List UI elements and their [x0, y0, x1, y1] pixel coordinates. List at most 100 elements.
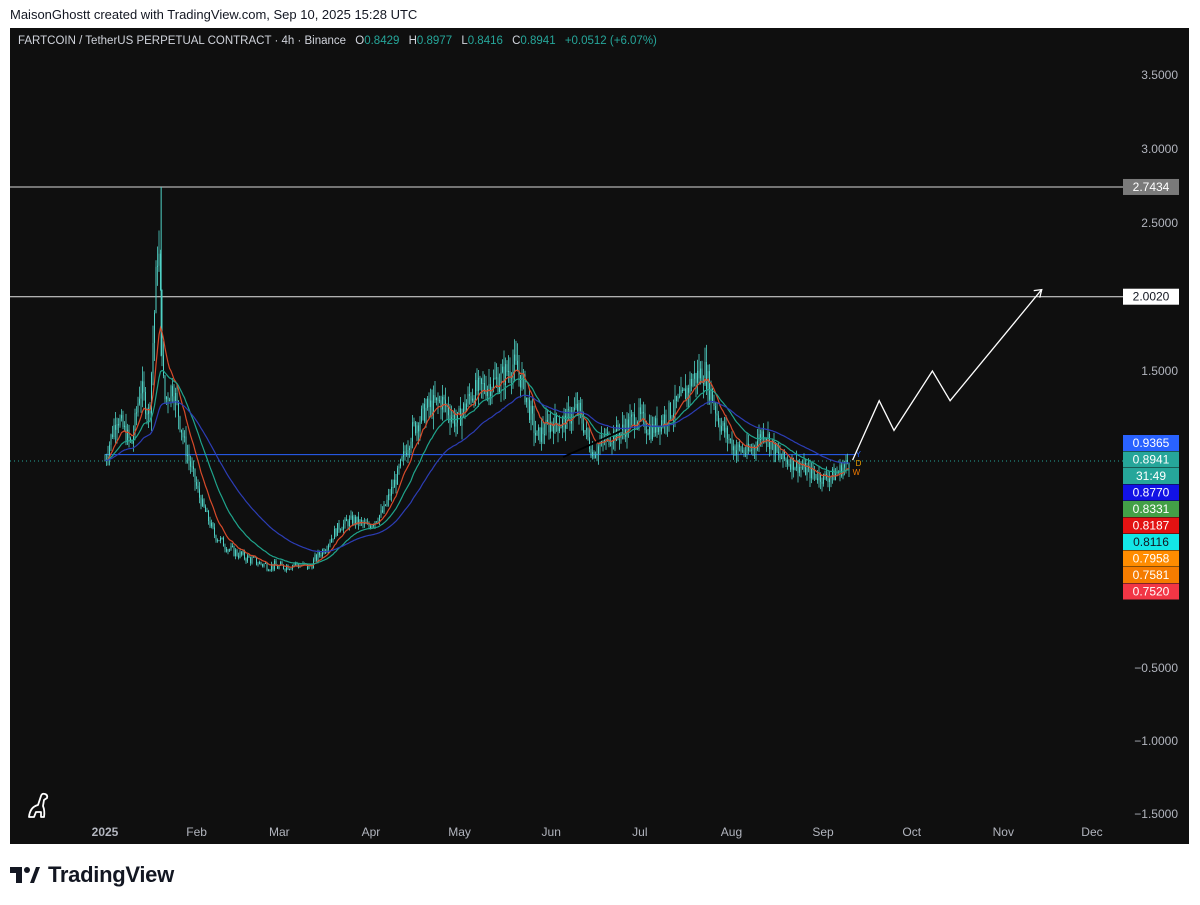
- candle-body: [158, 253, 160, 266]
- candle-body: [815, 474, 817, 479]
- candle-body: [203, 499, 205, 507]
- candle-body: [731, 439, 733, 451]
- candle-body: [251, 557, 253, 564]
- price-chart[interactable]: 3.5000 3.0000 2.5000 1.5000 −0.5000 −1.0000 −1…: [10, 28, 1189, 844]
- candle-body: [266, 562, 268, 571]
- price-tag: 0.8187: [1123, 517, 1179, 534]
- candle-body: [145, 391, 146, 414]
- candle-body: [164, 375, 166, 400]
- x-tick-label: Jul: [632, 825, 647, 839]
- candle-body: [542, 427, 544, 435]
- candle-body: [241, 551, 242, 555]
- candle-body: [346, 518, 347, 522]
- candle-body: [677, 396, 679, 402]
- candle-body: [125, 425, 127, 443]
- x-tick-label: Mar: [269, 825, 290, 839]
- candle-body: [320, 555, 322, 557]
- y-tick-label: 1.5000: [1141, 364, 1178, 378]
- price-tag-text: 0.8941: [1133, 453, 1170, 467]
- tradingview-logo[interactable]: TradingView: [10, 862, 174, 888]
- candle-body: [431, 400, 433, 415]
- candle-body: [337, 523, 338, 536]
- candle-body: [200, 497, 202, 506]
- candle-body: [316, 554, 317, 561]
- candle-body: [245, 558, 247, 562]
- candle-body: [412, 422, 413, 442]
- candle-body: [641, 411, 643, 414]
- candle-body: [124, 425, 125, 428]
- candle-body: [335, 528, 337, 536]
- candle-body: [182, 432, 184, 438]
- candle-body: [674, 396, 676, 414]
- candle-body: [440, 400, 442, 410]
- candle-body: [470, 396, 472, 401]
- candle-body: [580, 402, 581, 411]
- candle-body: [116, 424, 118, 430]
- candle-body: [743, 450, 745, 454]
- candle-body: [697, 370, 698, 383]
- candle-body: [787, 460, 788, 465]
- x-tick-label: Nov: [993, 825, 1014, 839]
- candle-body: [416, 425, 418, 434]
- candle-body: [532, 405, 533, 414]
- candle-body: [319, 551, 320, 556]
- candle-body: [379, 515, 380, 522]
- y-tick-label: −0.5000: [1134, 661, 1178, 675]
- x-tick-label: Apr: [362, 825, 381, 839]
- candle-body: [334, 528, 335, 540]
- candle-body: [146, 413, 148, 415]
- candle-body: [235, 550, 236, 557]
- candle-body: [683, 388, 685, 391]
- candle-body: [196, 481, 197, 486]
- candle-body: [376, 521, 377, 523]
- candle-body: [494, 377, 496, 379]
- candle-body: [515, 354, 517, 361]
- candle-body: [595, 455, 596, 458]
- x-tick-label: Dec: [1081, 825, 1102, 839]
- candle-body: [766, 438, 767, 441]
- candle-body: [586, 428, 587, 431]
- candle-body: [352, 515, 353, 524]
- candle-body: [700, 368, 701, 379]
- candle-body: [385, 504, 386, 506]
- candle-body: [458, 408, 460, 413]
- candle-body: [202, 499, 203, 506]
- candle-body: [676, 396, 677, 402]
- candle-body: [740, 447, 742, 452]
- candle-body: [788, 464, 790, 466]
- ema-line: [104, 325, 850, 568]
- chart-panel[interactable]: 3.5000 3.0000 2.5000 1.5000 −0.5000 −1.0000 −1…: [10, 28, 1189, 844]
- candle-body: [443, 396, 445, 400]
- candle-body: [640, 407, 641, 414]
- candle-body: [383, 504, 385, 513]
- candle-body: [317, 551, 319, 561]
- candle-body: [226, 549, 227, 552]
- candle-body: [178, 401, 179, 417]
- candle-body: [293, 564, 295, 566]
- candle-body: [377, 521, 379, 523]
- candle-body: [188, 454, 190, 461]
- candle-body: [701, 368, 703, 384]
- candle-body: [361, 520, 362, 522]
- candle-body: [355, 516, 356, 524]
- candle-body: [727, 427, 728, 439]
- candle-body: [391, 487, 392, 496]
- candle-body: [508, 370, 509, 372]
- candle-body: [467, 393, 469, 404]
- candle-body: [347, 521, 349, 527]
- candle-body: [590, 449, 592, 457]
- candle-body: [277, 565, 278, 569]
- candle-body: [263, 563, 265, 567]
- candle-body: [469, 393, 470, 397]
- candle-body: [142, 381, 143, 394]
- dinosaur-icon: [28, 792, 49, 818]
- candle-body: [758, 434, 760, 442]
- candle-body: [560, 427, 562, 429]
- candle-body: [719, 424, 721, 432]
- y-tick-label: −1.5000: [1134, 807, 1178, 821]
- candle-body: [592, 452, 593, 457]
- candle-body: [428, 398, 430, 407]
- candle-body: [811, 467, 812, 479]
- candle-body: [172, 386, 173, 397]
- candle-body: [577, 403, 578, 412]
